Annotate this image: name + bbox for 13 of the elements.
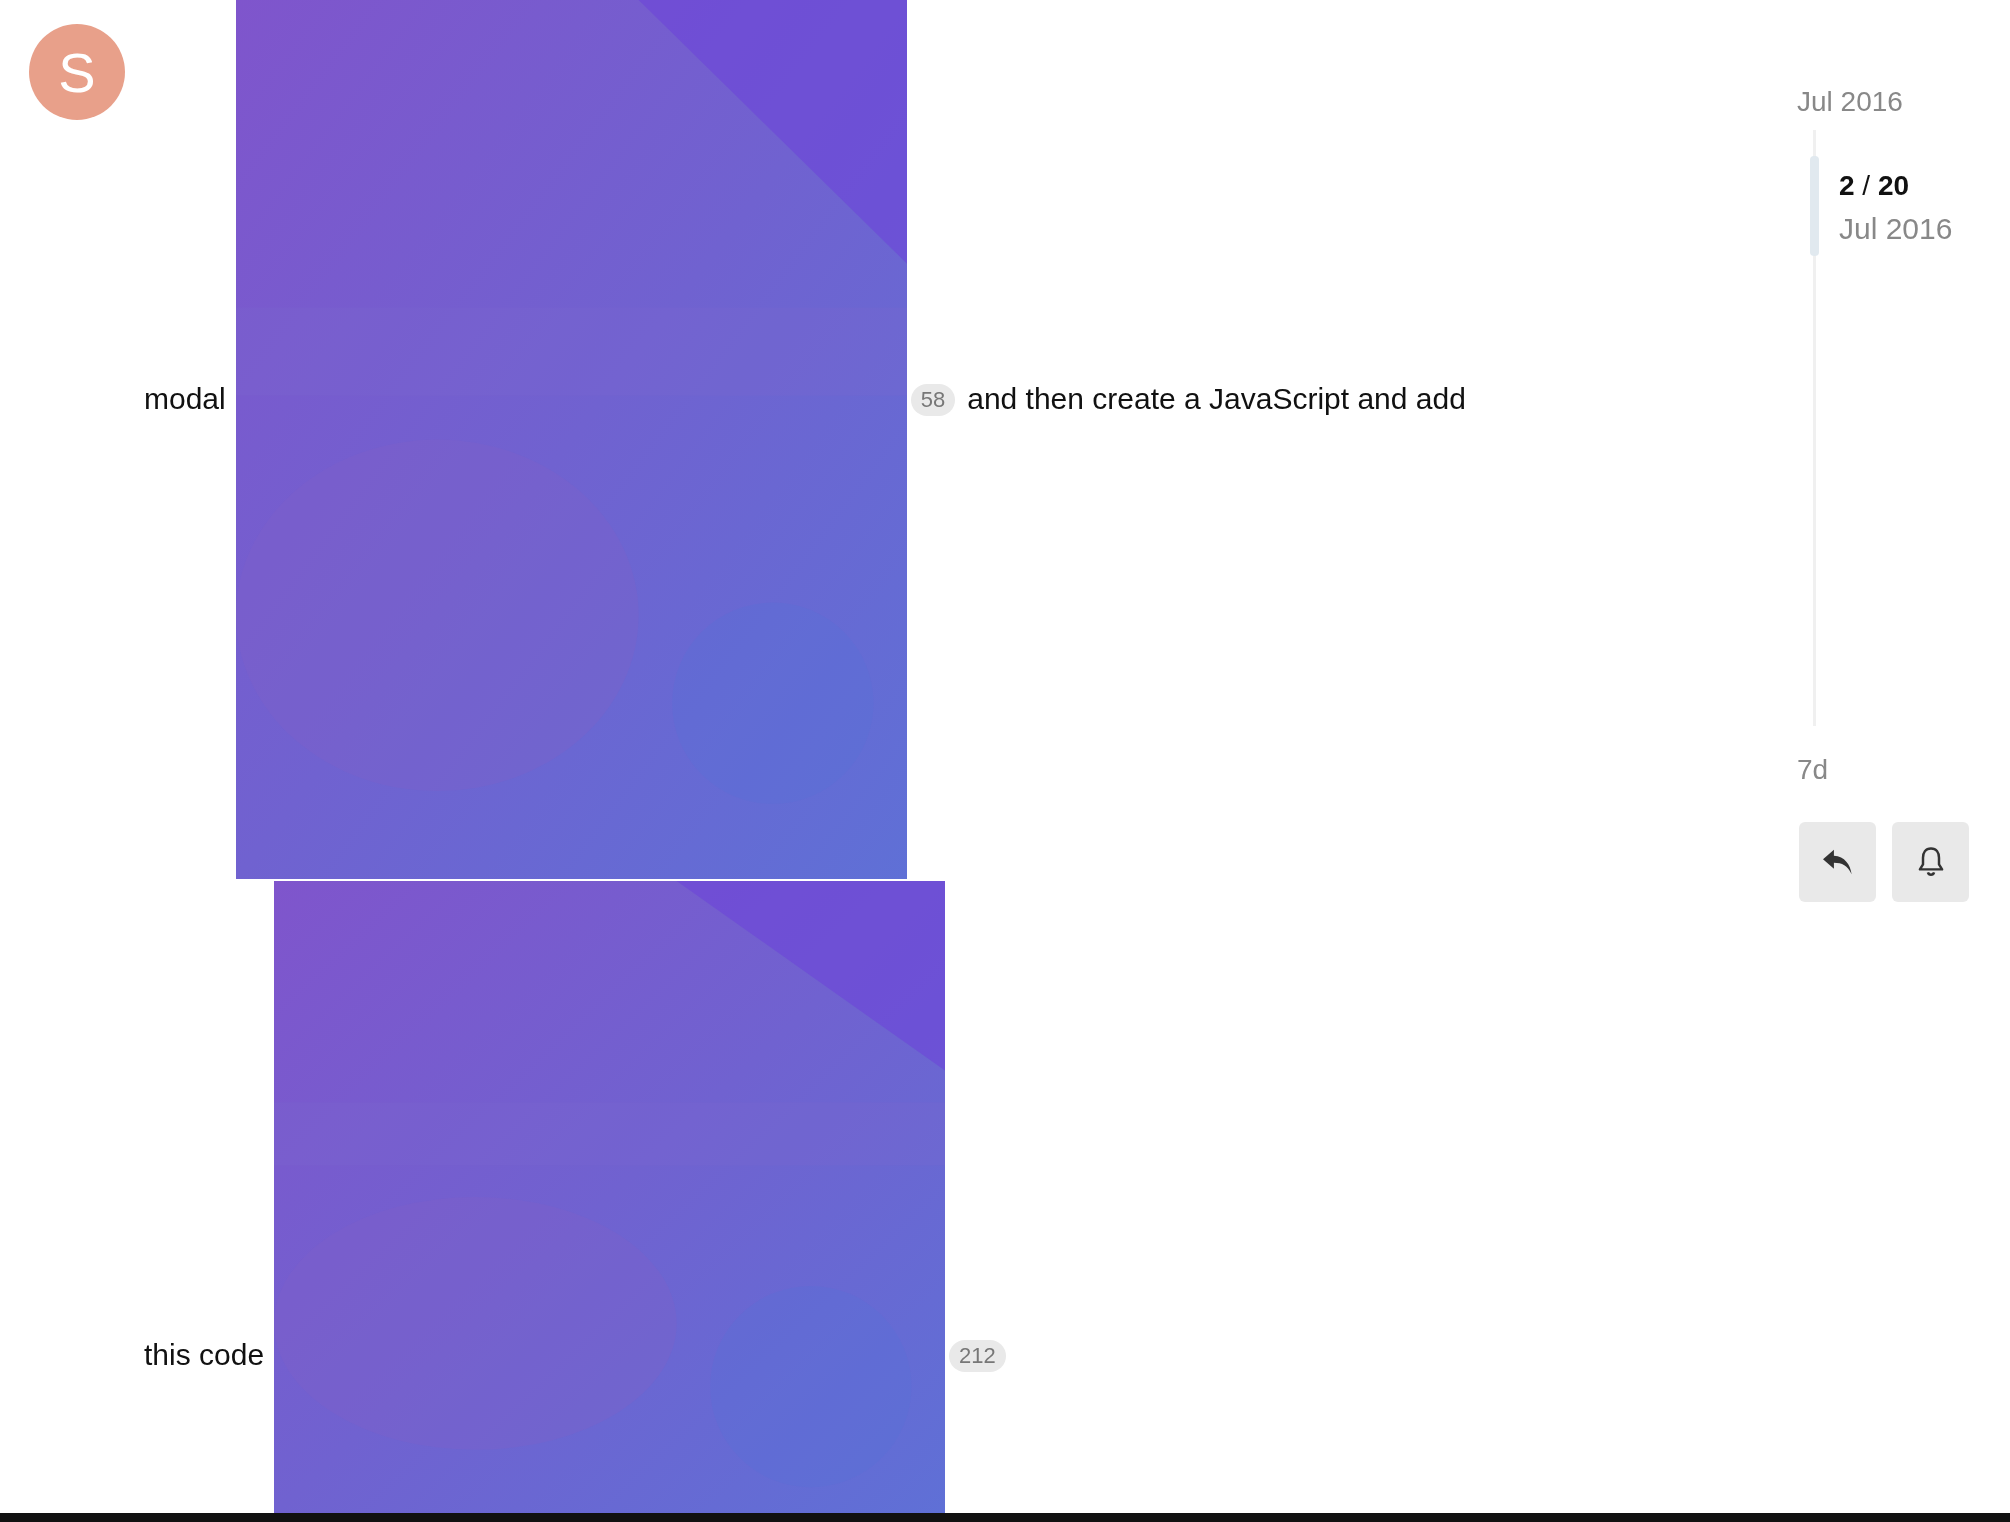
timeline-end-date[interactable]: 7d [1797, 754, 2010, 786]
post-text: modal [144, 382, 226, 416]
post-date: Jul 2016 [1839, 212, 1953, 246]
click-count: 58 [910, 384, 956, 416]
post-text: this code [144, 1338, 265, 1372]
reply-button[interactable] [1799, 822, 1876, 902]
post-text: and then create a JavaScript and add [967, 382, 1466, 416]
notifications-button[interactable] [1892, 822, 1969, 902]
user-avatar[interactable]: S [29, 24, 125, 120]
click-count: 212 [949, 1340, 1006, 1372]
timeline-handle[interactable] [1810, 156, 1819, 256]
post-position: 2 / 20 [1839, 170, 1911, 202]
timeline-start-date[interactable]: Jul 2016 [1797, 86, 2010, 118]
